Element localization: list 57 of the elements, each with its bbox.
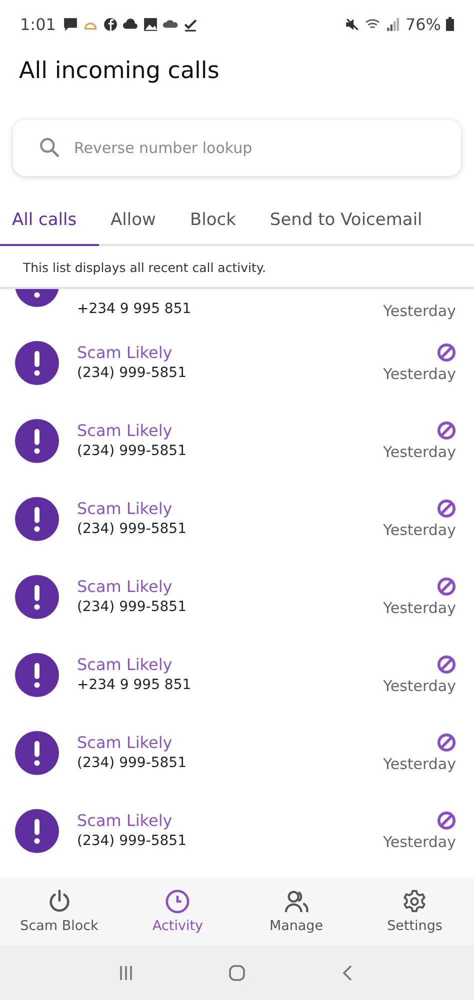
circle-f-icon	[102, 16, 118, 32]
info-text: This list displays all recent call activity.	[0, 246, 474, 289]
phone-number: +234 9 995 851	[77, 676, 192, 695]
tab[interactable]: All calls	[0, 204, 99, 246]
phone-number: (234) 999-5851	[77, 754, 188, 773]
nav-item[interactable]: Scam Block	[0, 878, 118, 945]
phone-number: +234 9 995 851	[77, 300, 192, 319]
status-time: 1:01	[20, 14, 56, 34]
phone-number: (234) 999-5851	[77, 520, 188, 539]
tab[interactable]: Block	[178, 204, 258, 246]
warning-icon	[15, 419, 59, 463]
phone-number: (234) 999-5851	[77, 442, 188, 461]
tab[interactable]: Send to Voicemail	[258, 204, 432, 246]
call-time: Yesterday	[383, 443, 456, 461]
clock-icon	[165, 889, 190, 914]
warning-icon	[15, 731, 59, 775]
phone-number: (234) 999-5851	[77, 832, 188, 851]
power-icon	[46, 889, 72, 914]
page-title: All incoming calls	[19, 58, 220, 86]
warning-icon	[15, 809, 59, 853]
call-time: Yesterday	[383, 599, 456, 617]
home-icon[interactable]	[226, 962, 247, 982]
warning-icon	[15, 653, 59, 697]
warning-icon	[15, 497, 59, 541]
warning-icon	[15, 341, 59, 385]
battery-level: 76%	[405, 14, 441, 34]
call-time: Yesterday	[383, 833, 456, 851]
call-time: Yesterday	[383, 677, 456, 695]
call-time: Yesterday	[383, 521, 456, 539]
image-icon	[142, 16, 158, 32]
nav-item[interactable]: Settings	[356, 878, 474, 945]
phone-number: (234) 999-5851	[77, 364, 188, 383]
caller-name: Scam Likely	[77, 810, 174, 831]
call-time: Yesterday	[383, 365, 456, 383]
caller-name: Scam Likely	[77, 420, 174, 441]
checkmark-icon	[182, 16, 198, 32]
caller-name: Scam Likely	[77, 576, 174, 597]
warning-icon	[15, 575, 59, 619]
cloud-icon	[122, 16, 138, 32]
battery-icon	[446, 17, 454, 31]
mute-icon	[345, 16, 360, 32]
people-icon	[284, 889, 309, 914]
phone-number: (234) 999-5851	[77, 598, 188, 617]
nav-item[interactable]: Activity	[118, 878, 237, 945]
tab[interactable]: Allow	[98, 204, 178, 246]
message-icon	[62, 16, 78, 32]
nav-item[interactable]: Manage	[237, 878, 356, 945]
search-icon	[39, 137, 60, 158]
settings-icon	[402, 889, 428, 914]
caller-name: Scam Likely	[77, 342, 174, 363]
call-time: Yesterday	[383, 755, 456, 773]
search-field[interactable]: Reverse number lookup	[13, 120, 461, 176]
caller-name: Scam Likely	[77, 654, 174, 675]
caller-name: Scam Likely	[77, 732, 174, 753]
signal-icon	[385, 16, 400, 32]
caller-name: Scam Likely	[77, 498, 174, 519]
call-time: Yesterday	[383, 302, 456, 320]
